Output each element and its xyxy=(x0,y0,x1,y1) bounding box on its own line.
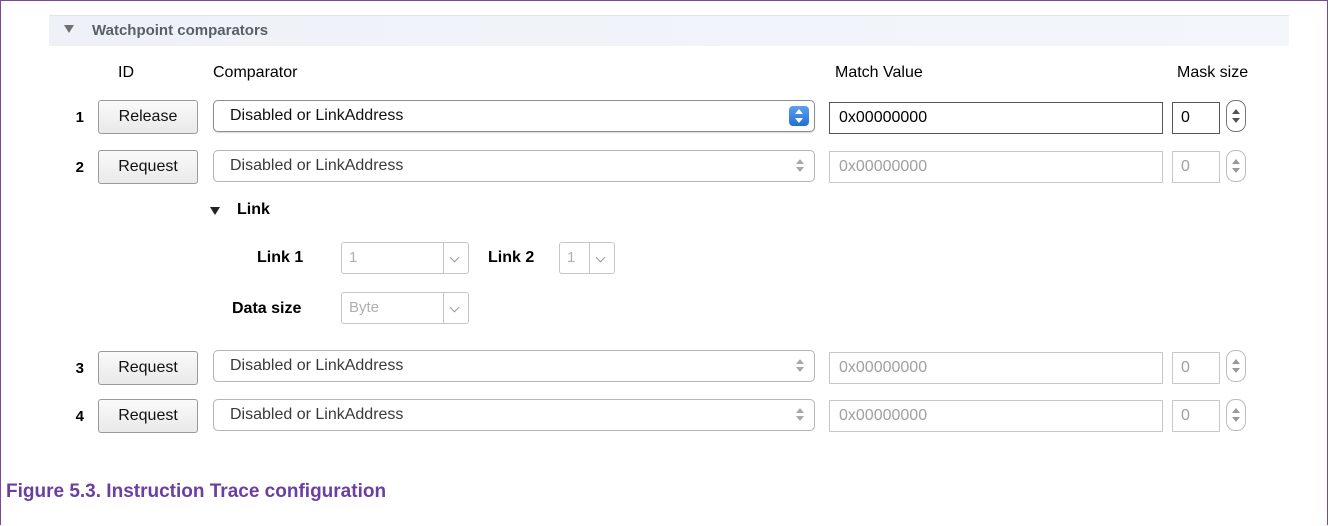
match-value-input[interactable]: 0x00000000 xyxy=(829,352,1163,384)
popup-stepper-icon xyxy=(793,358,807,374)
comparator-value: Disabled or LinkAddress xyxy=(230,406,404,423)
mask-size-stepper[interactable] xyxy=(1226,350,1246,382)
popup-stepper-icon xyxy=(793,407,807,423)
row-number: 2 xyxy=(75,159,84,176)
link1-value: 1 xyxy=(349,249,358,266)
popup-stepper-icon xyxy=(793,158,807,174)
chevron-down-icon xyxy=(443,243,468,273)
match-value-input[interactable]: 0x00000000 xyxy=(829,151,1163,183)
comparator-value: Disabled or LinkAddress xyxy=(230,357,404,374)
link2-label: Link 2 xyxy=(488,249,535,266)
chevron-down-icon xyxy=(589,243,614,273)
link-title: Link xyxy=(237,201,270,218)
disclosure-triangle-icon[interactable] xyxy=(210,207,220,215)
column-header-match-value: Match Value xyxy=(835,64,923,81)
comparator-select[interactable]: Disabled or LinkAddress xyxy=(213,150,815,182)
popup-stepper-icon[interactable] xyxy=(789,106,809,126)
section-header-watchpoint-comparators[interactable]: Watchpoint comparators xyxy=(49,15,1289,46)
column-header-comparator: Comparator xyxy=(213,64,298,81)
link2-select[interactable]: 1 xyxy=(559,242,615,274)
data-size-select[interactable]: Byte xyxy=(341,292,469,324)
row-number: 3 xyxy=(75,360,84,377)
request-button[interactable]: Request xyxy=(98,399,198,433)
release-button[interactable]: Release xyxy=(98,100,198,134)
comparator-select[interactable]: Disabled or LinkAddress xyxy=(213,350,815,382)
mask-size-input[interactable]: 0 xyxy=(1172,352,1220,384)
mask-size-stepper[interactable] xyxy=(1226,150,1246,182)
figure-caption: Figure 5.3. Instruction Trace configurat… xyxy=(6,481,387,502)
match-value-input[interactable]: 0x00000000 xyxy=(829,400,1163,432)
mask-size-stepper[interactable] xyxy=(1226,100,1246,132)
figure-frame xyxy=(0,0,1328,525)
request-button[interactable]: Request xyxy=(98,351,198,385)
comparator-value: Disabled or LinkAddress xyxy=(230,157,404,174)
section-title: Watchpoint comparators xyxy=(92,22,269,39)
column-header-mask-size: Mask size xyxy=(1177,64,1249,81)
link1-select[interactable]: 1 xyxy=(341,242,469,274)
row-number: 1 xyxy=(75,109,84,126)
comparator-value: Disabled or LinkAddress xyxy=(230,107,404,124)
comparator-select[interactable]: Disabled or LinkAddress xyxy=(213,399,815,431)
mask-size-input[interactable]: 0 xyxy=(1172,400,1220,432)
link2-value: 1 xyxy=(567,249,576,266)
request-button[interactable]: Request xyxy=(98,150,198,184)
column-header-id: ID xyxy=(118,64,134,81)
mask-size-input[interactable]: 0 xyxy=(1172,102,1220,134)
link1-label: Link 1 xyxy=(257,249,304,266)
data-size-value: Byte xyxy=(349,299,380,316)
chevron-down-icon xyxy=(443,293,468,323)
disclosure-triangle-icon[interactable] xyxy=(64,25,74,33)
mask-size-stepper[interactable] xyxy=(1226,399,1246,431)
match-value-input[interactable]: 0x00000000 xyxy=(829,102,1163,134)
comparator-select[interactable]: Disabled or LinkAddress xyxy=(213,100,815,132)
data-size-label: Data size xyxy=(232,300,302,317)
mask-size-input[interactable]: 0 xyxy=(1172,151,1220,183)
row-number: 4 xyxy=(75,408,84,425)
